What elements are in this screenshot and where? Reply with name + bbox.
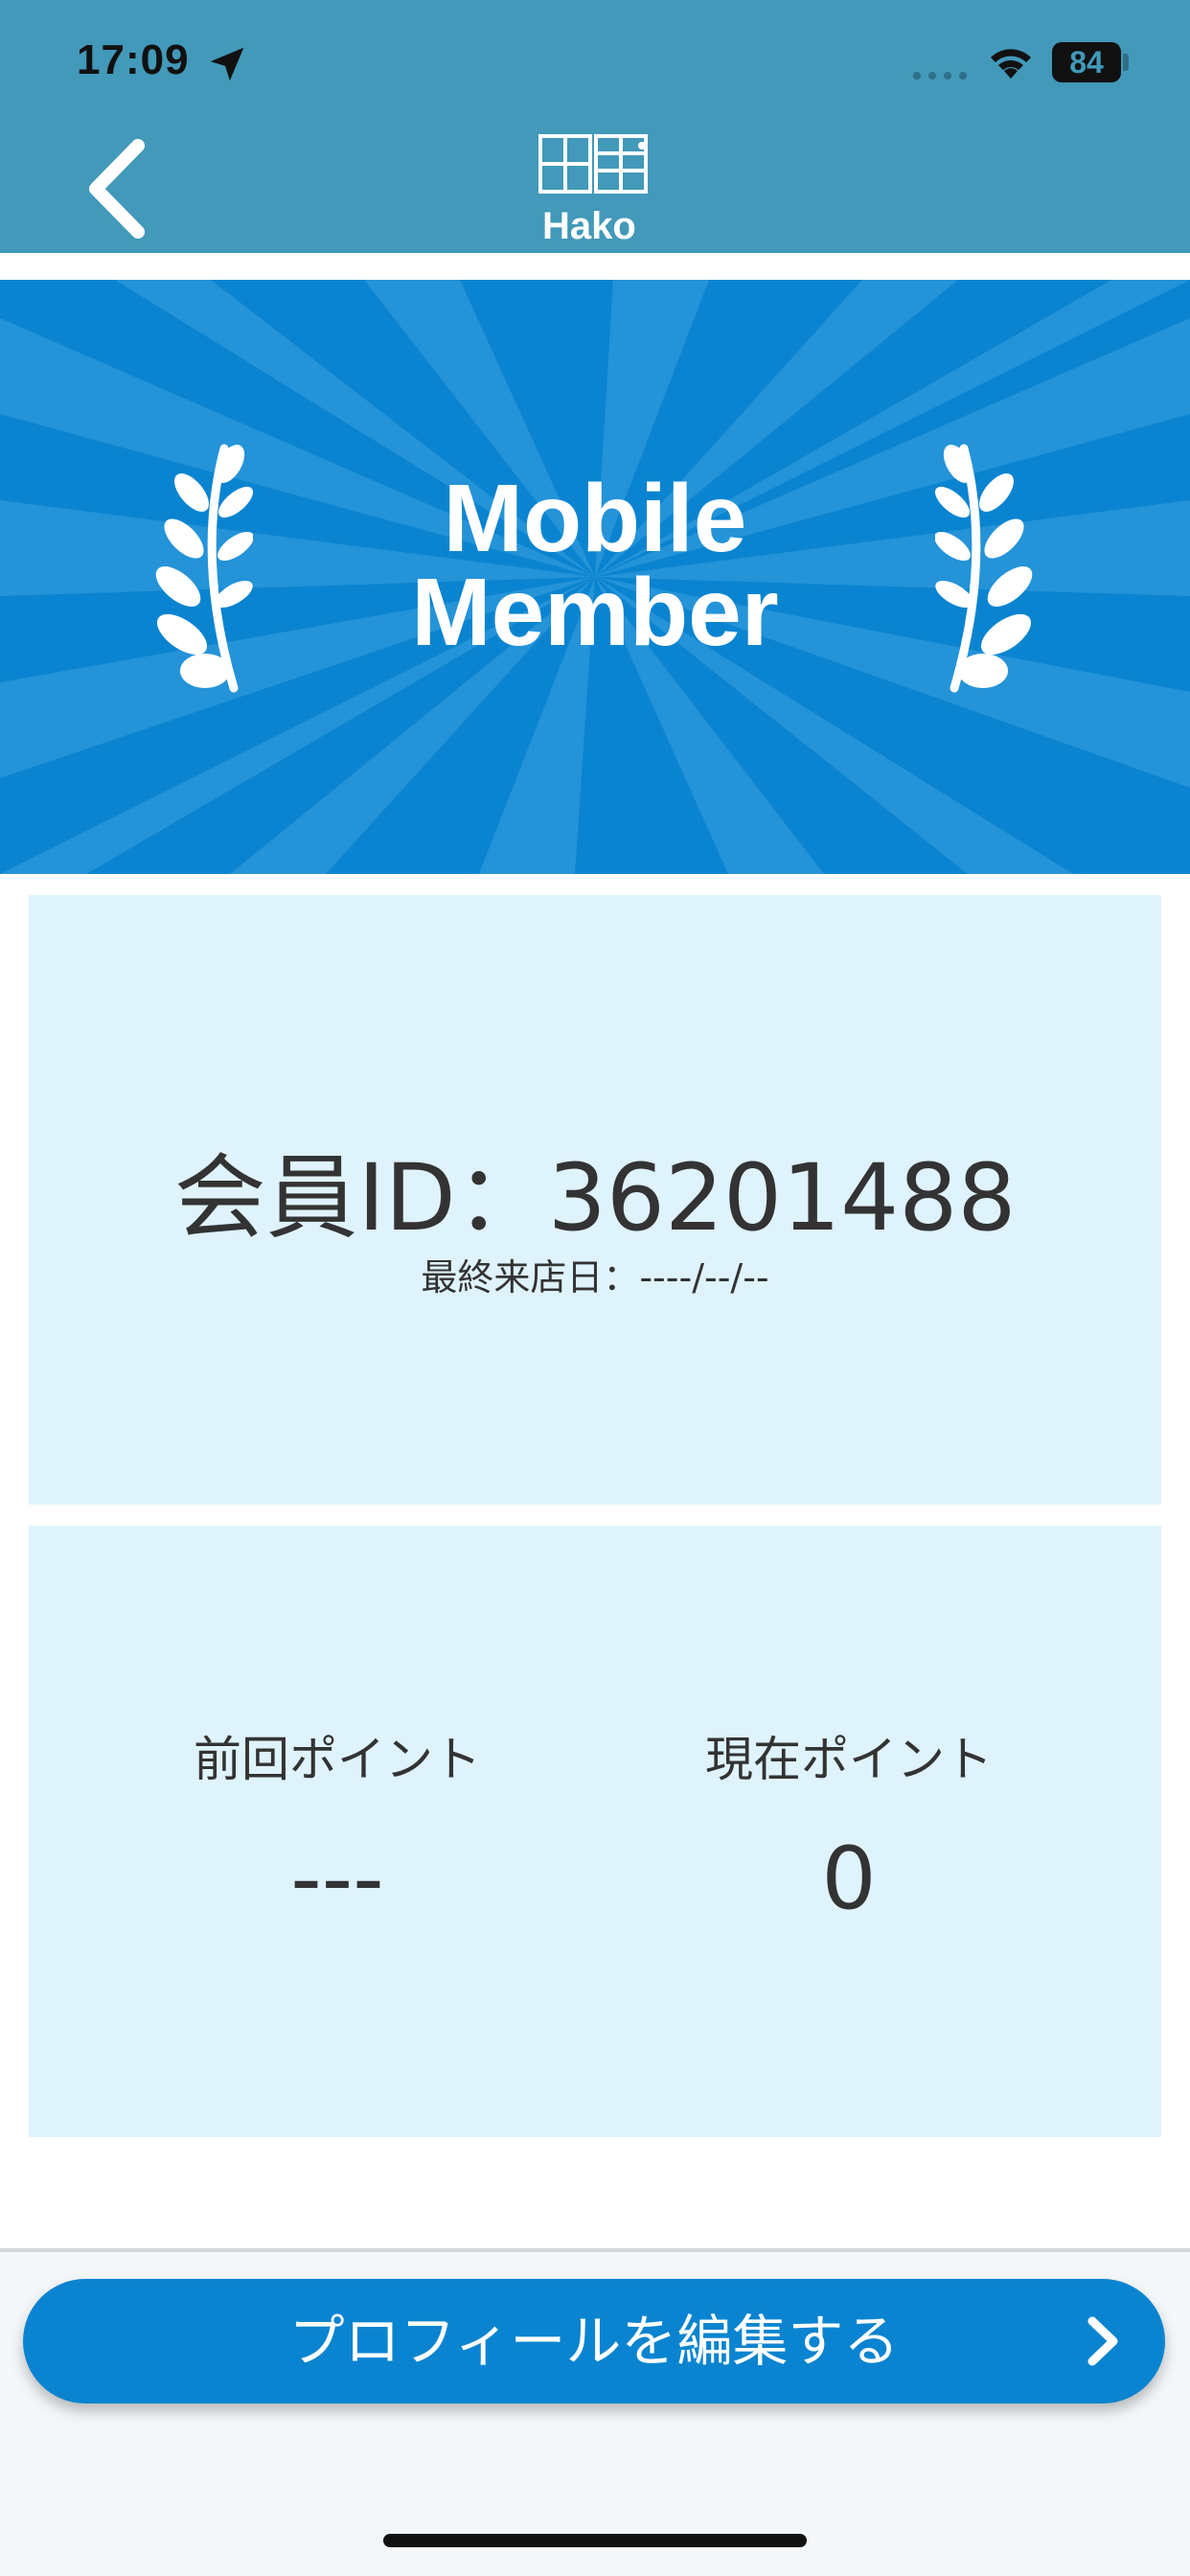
last-visit-date: 最終来店日：----/--/-- [421, 1256, 769, 1299]
logo-text: Hako [542, 205, 636, 247]
banner-title: Mobile Member [0, 465, 1190, 666]
battery-indicator: 84 [1052, 42, 1121, 82]
cellular-signal-icon [913, 72, 967, 80]
app-header: 17:09 84 Hako [0, 0, 1190, 253]
home-indicator [383, 2534, 807, 2547]
location-arrow-icon [210, 47, 244, 81]
previous-points-value: --- [290, 1828, 384, 1929]
wifi-icon [991, 49, 1031, 79]
chevron-right-icon [1087, 2316, 1118, 2366]
current-points-value: 0 [821, 1828, 877, 1929]
member-id: 会員ID：36201488 [173, 1144, 1017, 1252]
banner-title-line1: Mobile [443, 465, 747, 572]
current-points-label: 現在ポイント [705, 1732, 993, 1787]
banner-title-line2: Member [411, 559, 779, 666]
status-time: 17:09 [77, 36, 190, 83]
edit-profile-label: プロフィールを編集する [288, 2309, 900, 2374]
previous-points-label: 前回ポイント [194, 1732, 481, 1787]
battery-nub [1123, 54, 1129, 71]
edit-profile-button[interactable]: プロフィールを編集する [23, 2279, 1165, 2404]
back-button[interactable] [80, 134, 157, 243]
